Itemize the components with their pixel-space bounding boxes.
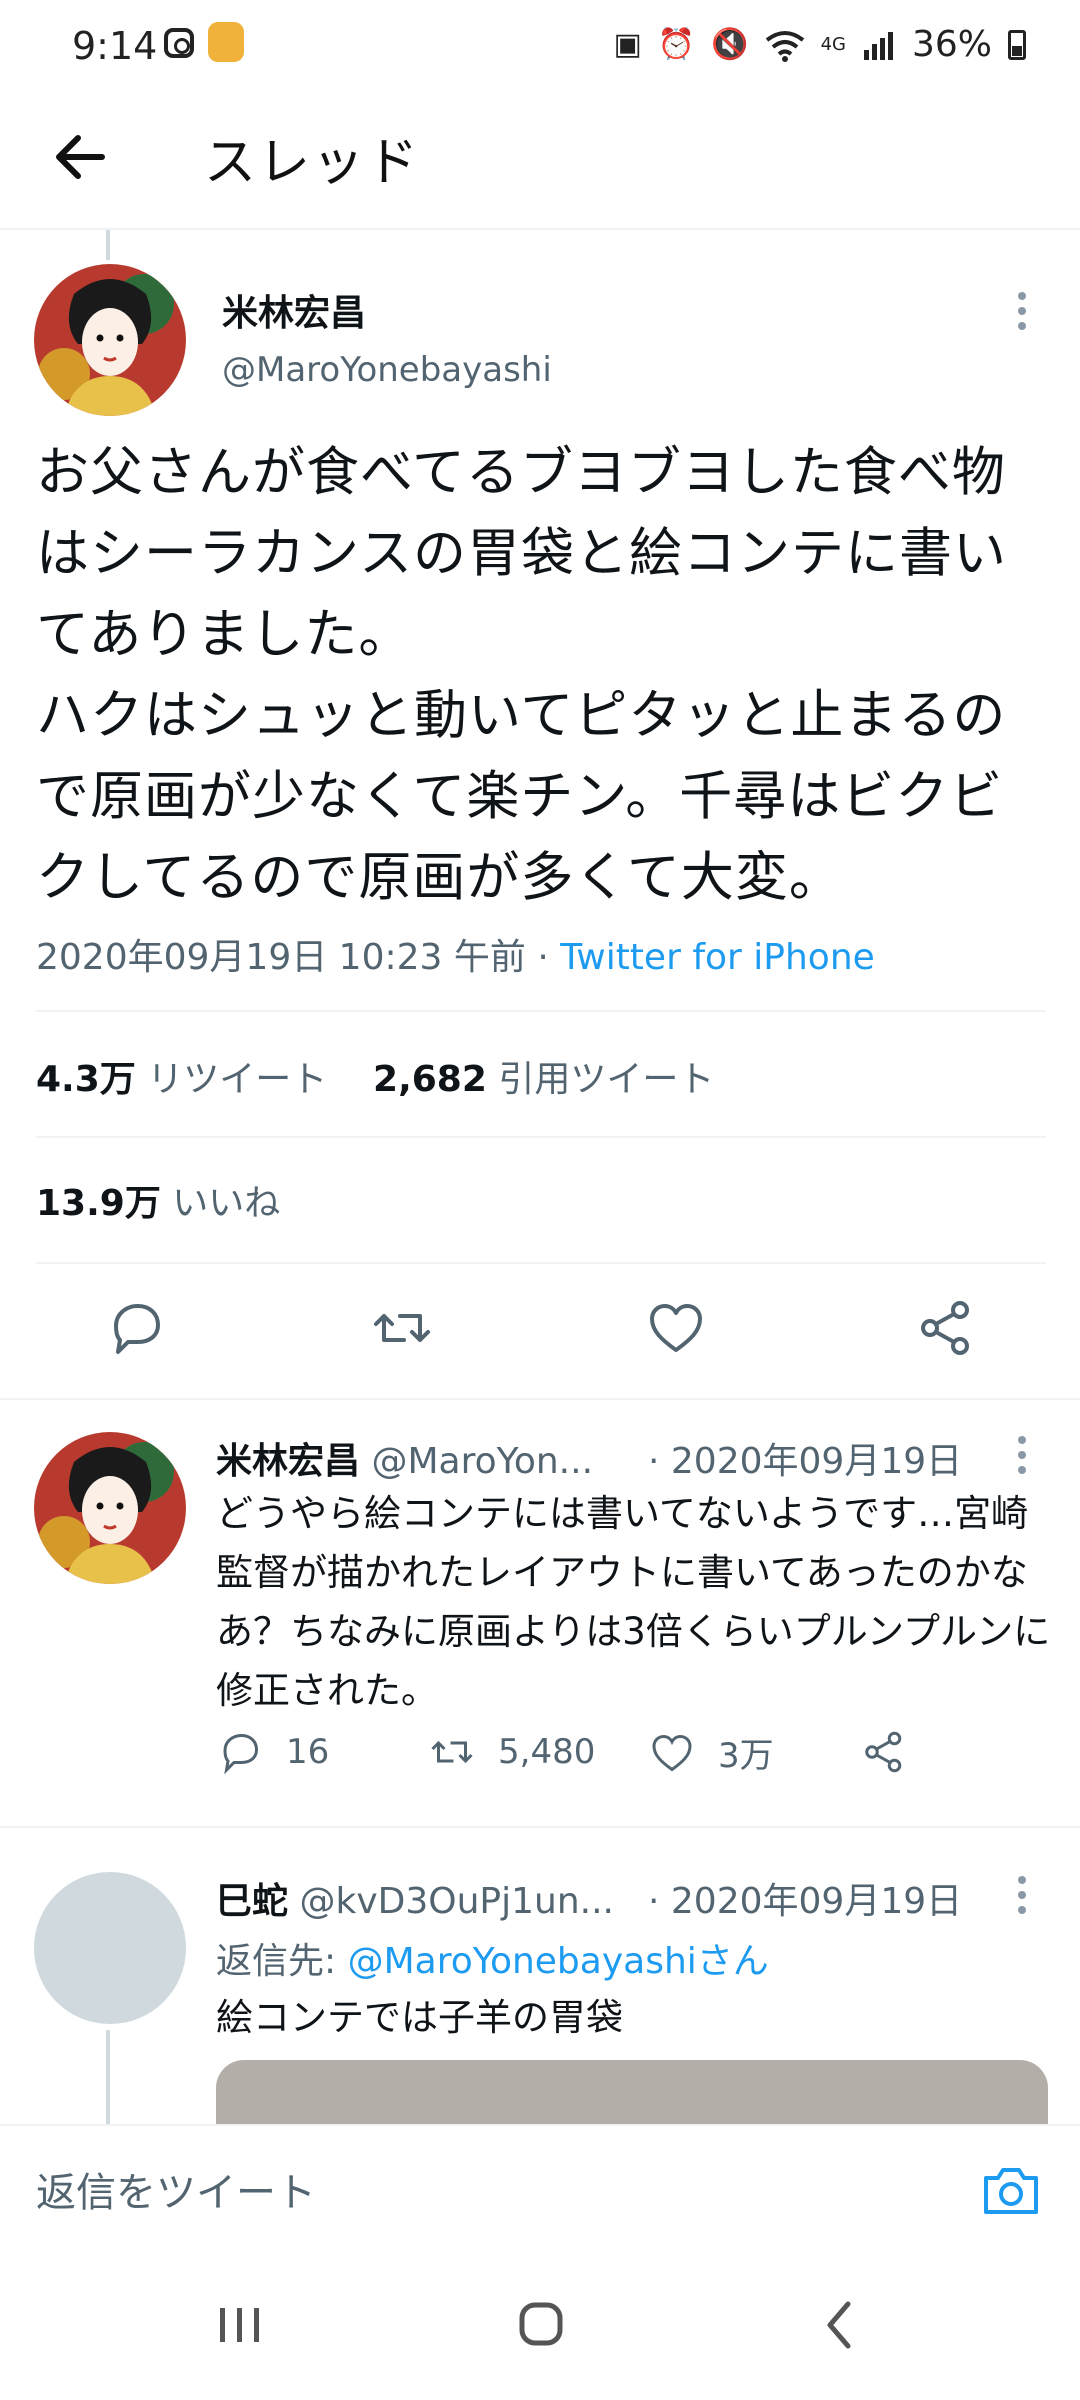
instagram-icon	[164, 28, 194, 58]
recent-apps-icon[interactable]	[200, 2290, 280, 2360]
mute-icon: 🔇	[711, 27, 749, 62]
thread-connector	[106, 2030, 110, 2124]
battery-icon	[1008, 29, 1026, 60]
author-name[interactable]: 米林宏昌	[222, 284, 366, 336]
reply-date[interactable]: · 2020年09月19日	[648, 1432, 962, 1484]
camera-icon[interactable]	[982, 2164, 1040, 2216]
likes-count: 13.9万	[36, 1183, 161, 1224]
reply-author-handle[interactable]: @kvD3OuPj1un...	[299, 1881, 614, 1922]
battery-percent: 36%	[911, 24, 992, 65]
reply-author-name[interactable]: 巳蛇	[216, 1881, 288, 1922]
retweets-stat[interactable]: 4.3万 リツイート	[36, 1059, 327, 1100]
reply-like-button[interactable]: 3万	[648, 1728, 774, 1777]
divider	[0, 1826, 1080, 1828]
reply-icon[interactable]	[104, 1296, 168, 1360]
compose-bar: 返信をツイート	[0, 2124, 1080, 2252]
app-icon	[208, 22, 244, 62]
home-icon[interactable]	[500, 2290, 580, 2360]
likes-stat[interactable]: 13.9万 いいね	[36, 1174, 280, 1226]
reply-date[interactable]: · 2020年09月19日	[648, 1872, 962, 1924]
more-options-icon[interactable]	[1018, 292, 1026, 337]
reply-author-name[interactable]: 米林宏昌	[216, 1441, 360, 1482]
back-nav-icon[interactable]	[800, 2290, 880, 2360]
share-icon[interactable]	[914, 1296, 978, 1360]
wifi-icon	[765, 30, 804, 62]
retweets-label: リツイート	[147, 1059, 328, 1100]
avatar-illustration	[34, 1432, 186, 1584]
like-count: 3万	[718, 1736, 774, 1776]
divider	[0, 1398, 1080, 1400]
quotes-count: 2,682	[373, 1059, 487, 1100]
system-nav-bar	[0, 2250, 1080, 2400]
battery-saver-icon: ▣	[613, 27, 642, 62]
back-arrow-icon[interactable]	[46, 122, 116, 192]
more-options-icon[interactable]	[1018, 1436, 1026, 1481]
reply-to-line: 返信先: @MaroYonebayashiさん	[216, 1932, 769, 1984]
reply-text: 絵コンテでは子羊の胃袋	[216, 1996, 623, 2039]
reply-count: 16	[286, 1732, 330, 1772]
reply-reply-button[interactable]: 16	[216, 1728, 329, 1776]
quotes-stat[interactable]: 2,682 引用ツイート	[373, 1059, 714, 1100]
share-icon	[865, 1731, 902, 1773]
status-icons: ▣ ⏰ 🔇 4G 36%	[613, 24, 1026, 65]
like-heart-icon	[652, 1734, 692, 1771]
divider	[36, 1262, 1046, 1264]
network-type: 4G	[820, 33, 846, 55]
tweet-actions	[0, 1296, 1080, 1372]
retweet-count: 5,480	[498, 1732, 596, 1772]
status-time: 9:14	[72, 24, 158, 68]
top-header: スレッド	[0, 92, 1080, 230]
reply-avatar-default[interactable]	[34, 1872, 186, 2024]
retweets-count: 4.3万	[36, 1059, 136, 1100]
meta-separator: ·	[525, 937, 561, 978]
reply-avatar[interactable]	[34, 1432, 186, 1584]
reply-author-handle[interactable]: @MaroYon...	[371, 1441, 593, 1482]
divider	[36, 1010, 1046, 1012]
signal-icon	[863, 31, 893, 60]
reply-to-handle-link[interactable]: @MaroYonebayashiさん	[348, 1941, 769, 1982]
reply-header: 巳蛇 @kvD3OuPj1un...	[216, 1872, 614, 1924]
retweet-stats: 4.3万 リツイート 2,682 引用ツイート	[36, 1050, 714, 1102]
retweet-icon	[431, 1740, 473, 1764]
reply-share-button[interactable]	[860, 1728, 908, 1776]
reply-to-label: 返信先:	[216, 1941, 348, 1982]
author-handle[interactable]: @MaroYonebayashi	[222, 350, 552, 390]
retweet-icon[interactable]	[370, 1296, 434, 1360]
reply-icon	[223, 1733, 259, 1775]
status-bar: 9:14 ▣ ⏰ 🔇 4G 36%	[0, 0, 1080, 92]
quotes-label: 引用ツイート	[498, 1059, 715, 1100]
reply-text: どうやら絵コンテには書いてないようです…宮崎監督が描かれたレイアウトに書いてあっ…	[216, 1492, 1051, 1712]
page-title: スレッド	[204, 133, 421, 193]
tweet-datetime[interactable]: 2020年09月19日 10:23 午前	[36, 937, 526, 978]
tweet-source-link[interactable]: Twitter for iPhone	[560, 937, 875, 978]
more-options-icon[interactable]	[1018, 1876, 1026, 1921]
reply-compose-input[interactable]: 返信をツイート	[36, 2160, 316, 2218]
reply-actions: 16 5,480 3万	[216, 1728, 1016, 1788]
likes-label: いいね	[172, 1183, 281, 1224]
avatar[interactable]	[34, 264, 186, 416]
tweet-text: お父さんが食べてるブヨブヨした食べ物はシーラカンスの胃袋と絵コンテに書いてありま…	[36, 442, 1007, 908]
avatar-illustration	[34, 264, 186, 416]
tweet-meta: 2020年09月19日 10:23 午前 · Twitter for iPhon…	[36, 928, 875, 980]
divider	[36, 1136, 1046, 1138]
thread-connector	[106, 230, 110, 260]
alarm-icon: ⏰	[657, 27, 696, 62]
like-heart-icon[interactable]	[644, 1296, 708, 1360]
reply-retweet-button[interactable]: 5,480	[428, 1728, 595, 1776]
reply-header: 米林宏昌 @MaroYon...	[216, 1432, 593, 1484]
